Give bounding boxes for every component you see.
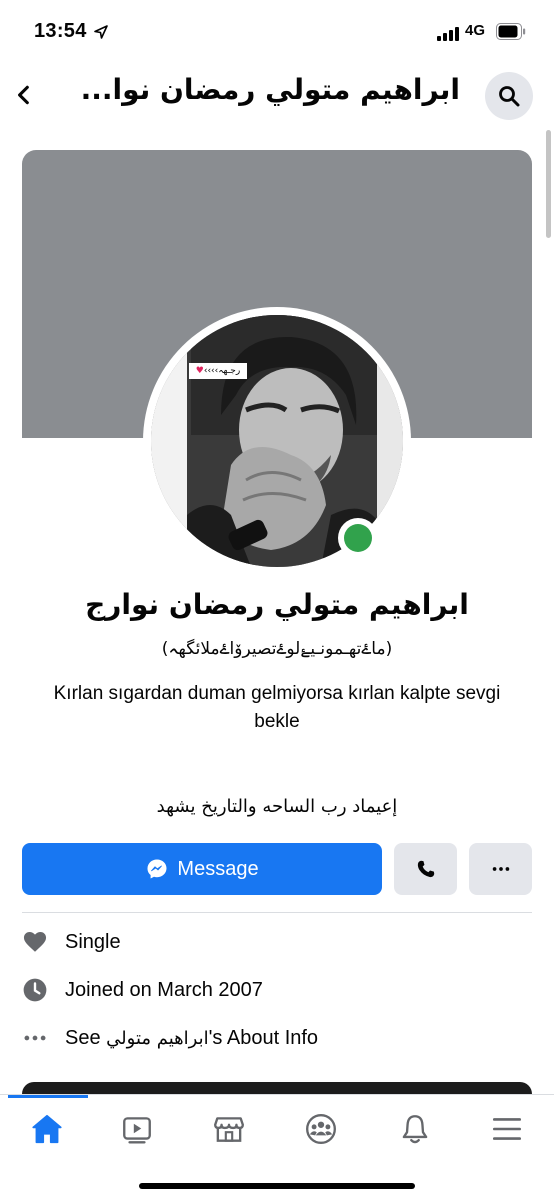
header-title: ابراهيم متولي رمضان نوا... bbox=[80, 73, 460, 106]
more-options-button[interactable] bbox=[469, 843, 532, 895]
message-button[interactable]: Message bbox=[22, 843, 382, 895]
see-about-info-link[interactable]: See ابراهيم متولي's About Info bbox=[65, 1027, 318, 1050]
marketplace-icon bbox=[214, 1117, 244, 1142]
tab-home[interactable] bbox=[17, 1107, 77, 1151]
profile-header: ابراهيم متولي رمضان نوا... bbox=[0, 64, 554, 130]
menu-icon bbox=[492, 1118, 522, 1140]
battery-icon bbox=[496, 23, 526, 40]
about-prefix: See bbox=[65, 1026, 107, 1049]
messenger-icon bbox=[147, 859, 167, 879]
network-type: 4G bbox=[465, 22, 486, 39]
home-indicator[interactable] bbox=[139, 1183, 415, 1189]
tab-marketplace[interactable] bbox=[199, 1107, 259, 1151]
clock-icon bbox=[22, 977, 48, 1003]
watch-icon bbox=[123, 1117, 151, 1144]
info-joined: Joined on March 2007 bbox=[22, 970, 532, 1010]
search-button[interactable] bbox=[485, 72, 533, 120]
alternate-name: (ماۓتهـمونـيۓلوۓتصيرۆاۓملائگهہ) bbox=[161, 639, 393, 659]
about-name: ابراهيم متولي bbox=[106, 1027, 209, 1049]
notifications-icon bbox=[402, 1115, 428, 1144]
tab-notifications[interactable] bbox=[385, 1107, 445, 1151]
status-time: 13:54 bbox=[34, 20, 87, 42]
tab-menu[interactable] bbox=[477, 1107, 537, 1151]
info-relationship: Single bbox=[22, 922, 532, 962]
message-button-label: Message bbox=[177, 857, 259, 880]
back-button[interactable] bbox=[10, 80, 38, 110]
scrollbar[interactable] bbox=[546, 130, 551, 238]
cellular-signal-icon bbox=[437, 26, 461, 41]
divider bbox=[22, 912, 532, 913]
heart-icon bbox=[22, 929, 48, 955]
call-button[interactable] bbox=[394, 843, 457, 895]
relationship-status: Single bbox=[65, 930, 121, 953]
profile-name: ابراهيم متولي رمضان نوارج bbox=[85, 588, 469, 621]
info-about-link[interactable]: See ابراهيم متولي's About Info bbox=[22, 1018, 532, 1058]
tab-watch[interactable] bbox=[107, 1107, 167, 1151]
online-status bbox=[338, 518, 378, 558]
chevron-left-icon bbox=[18, 85, 29, 105]
avatar-caption: رجـهہ››››♥ bbox=[189, 363, 247, 379]
about-suffix: 's About Info bbox=[208, 1026, 319, 1049]
phone-icon bbox=[417, 860, 434, 878]
heart-icon: ♥ bbox=[195, 366, 204, 376]
more-dots-icon bbox=[22, 1025, 48, 1051]
more-dots-icon bbox=[492, 867, 509, 871]
active-tab-indicator bbox=[8, 1095, 88, 1098]
online-dot bbox=[344, 524, 372, 552]
profile-bio-arabic: إعيماد رب الساحه والتاريخ يشهد bbox=[156, 796, 398, 817]
groups-icon bbox=[306, 1114, 336, 1144]
joined-date: Joined on March 2007 bbox=[65, 978, 263, 1001]
profile-bio: Kırlan sıgardan duman gelmiyorsa kırlan … bbox=[53, 683, 501, 732]
search-icon bbox=[499, 86, 520, 107]
status-bar: 13:54 4G bbox=[0, 0, 554, 64]
tab-groups[interactable] bbox=[291, 1107, 351, 1151]
home-icon bbox=[32, 1114, 62, 1144]
location-arrow-icon bbox=[93, 24, 109, 40]
